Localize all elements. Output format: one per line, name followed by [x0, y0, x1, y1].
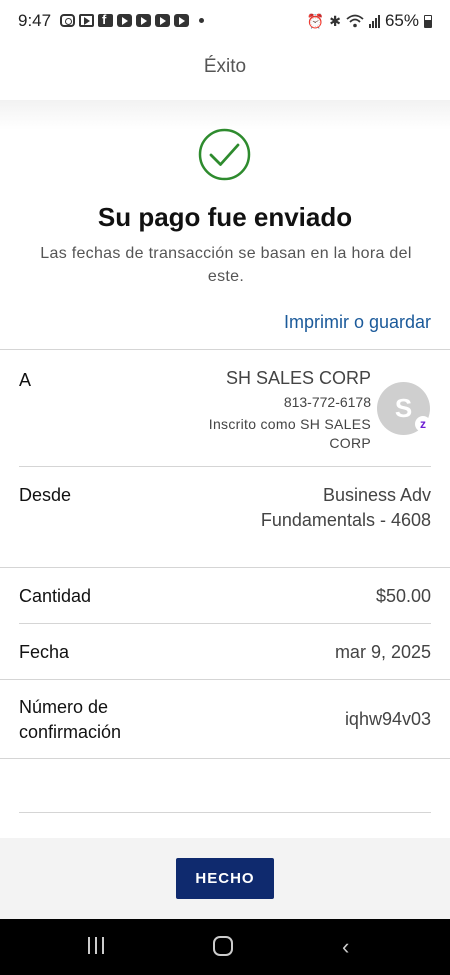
from-label: Desde [19, 485, 72, 505]
system-nav-bar: ‹ [0, 919, 450, 975]
back-icon[interactable]: ‹ [342, 934, 349, 960]
recents-icon[interactable] [88, 937, 104, 954]
amount-value: $50.00 [375, 586, 431, 606]
more-notifications-dot [199, 18, 204, 23]
divider [19, 466, 431, 467]
wifi-icon [346, 14, 364, 28]
alarm-icon: ⏰ [306, 12, 325, 29]
youtube-icon [174, 14, 189, 27]
check-circle-icon [198, 128, 251, 181]
success-title: Su pago fue enviado [97, 202, 353, 232]
recipient-registered-as: Inscrito como SH SALES CORP [208, 416, 371, 451]
page-title: Éxito [203, 56, 247, 77]
recipient-name: SH SALES CORP [225, 368, 371, 388]
header-shadow [0, 100, 450, 130]
done-button[interactable]: HECHO [176, 858, 274, 899]
divider [19, 812, 431, 813]
divider [0, 349, 450, 350]
recipient-label: A [19, 370, 32, 390]
recipient-phone: 813-772-6178 [283, 394, 371, 410]
bluetooth-icon: ✱ [329, 12, 341, 29]
play-box-icon [79, 14, 94, 27]
divider [0, 567, 450, 568]
youtube-icon [136, 14, 151, 27]
battery-icon [424, 14, 432, 28]
zelle-badge-icon: z [415, 416, 431, 432]
confirmation-number: iqhw94v03 [344, 709, 431, 729]
date-value: mar 9, 2025 [334, 642, 431, 662]
date-label: Fecha [19, 642, 70, 662]
notification-icons [60, 12, 204, 27]
amount-label: Cantidad [19, 586, 92, 606]
print-or-save-link[interactable]: Imprimir o guardar [284, 312, 431, 333]
confirmation-label: Número de confirmación [19, 697, 122, 742]
divider [0, 679, 450, 680]
signal-icon [368, 14, 380, 28]
instagram-icon [60, 14, 75, 27]
system-icons: ⏰ ✱ 65% [307, 11, 432, 31]
youtube-icon [117, 14, 132, 27]
from-account: Business Adv Fundamentals - 4608 [260, 485, 431, 530]
status-time: 9:47 [18, 11, 52, 30]
app-header: Éxito [0, 44, 450, 100]
divider [19, 623, 431, 624]
success-subtitle: Las fechas de transacción se basan en la… [40, 245, 412, 285]
youtube-icon [155, 14, 170, 27]
facebook-icon [98, 12, 113, 27]
home-icon[interactable] [213, 936, 233, 956]
battery-percent: 65% [384, 11, 419, 30]
status-bar: 9:47 ⏰ ✱ 65% [0, 0, 450, 44]
divider [0, 758, 450, 759]
